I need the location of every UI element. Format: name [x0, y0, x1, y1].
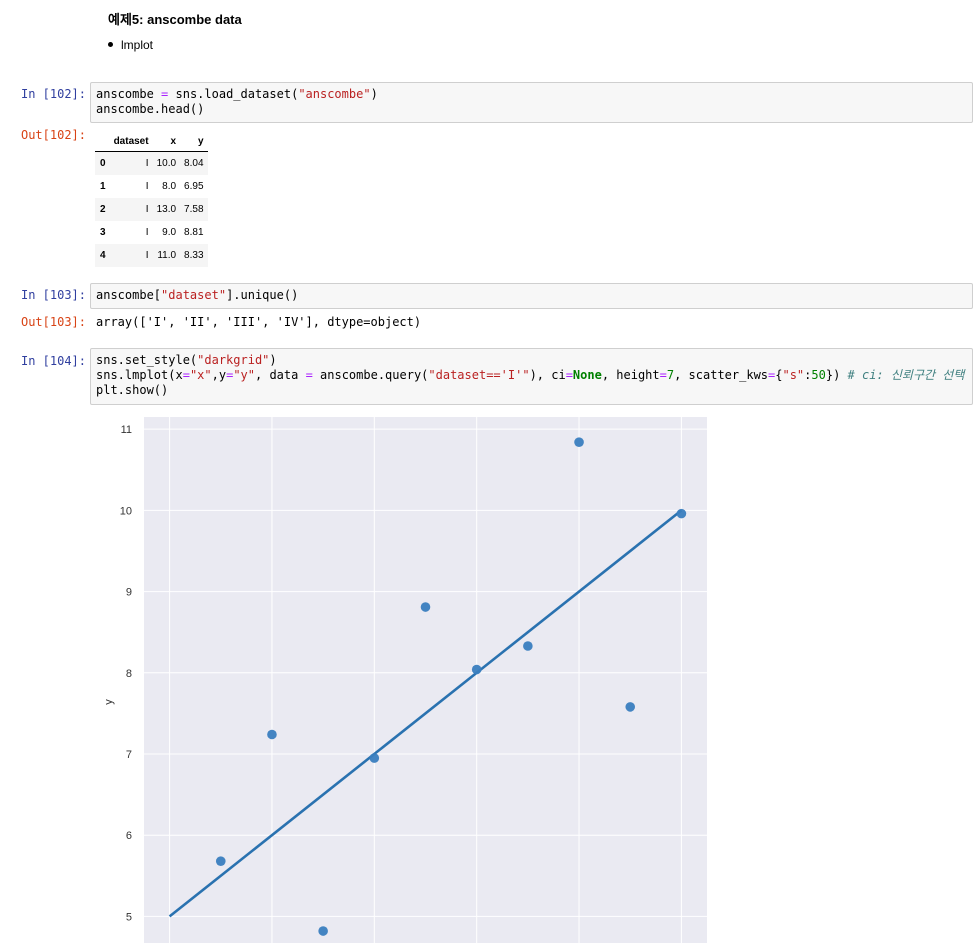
y-tick-label: 10 — [120, 505, 132, 517]
table-cell: 9.0 — [162, 227, 177, 238]
column-header: y — [180, 131, 208, 152]
table-cell: 7.58 — [184, 204, 204, 215]
lmplot-chart: 5 6 7 8 9 10 11 y — [103, 417, 707, 943]
table-cell: I — [145, 158, 149, 169]
y-axis-label: y — [103, 699, 115, 705]
table-cell: I — [145, 181, 149, 192]
list-item-text: lmplot — [121, 38, 154, 52]
column-header: x — [152, 131, 181, 152]
table-cell: I — [145, 227, 149, 238]
input-prompt-103: In [103]: — [20, 288, 86, 302]
scatter-point — [471, 664, 482, 675]
y-tick-label: 8 — [126, 668, 132, 680]
scatter-point — [267, 729, 277, 740]
code-cell-102[interactable]: anscombe = sns.load_dataset("anscombe") … — [90, 82, 973, 123]
y-tick-label: 11 — [121, 424, 132, 436]
code-cell-104[interactable]: sns.set_style("darkgrid") sns.lmplot(x="… — [90, 348, 973, 405]
scatter-point — [369, 753, 380, 763]
scatter-point — [574, 437, 584, 447]
index-header — [95, 131, 110, 152]
output-prompt-102: Out[102]: — [20, 128, 86, 142]
table-cell: I — [145, 250, 149, 261]
table-row: 1 I 8.0 6.95 — [95, 175, 208, 198]
table-cell: 10.0 — [156, 158, 177, 169]
y-tick-label: 6 — [126, 830, 132, 842]
table-cell: I — [145, 204, 149, 215]
y-tick-labels: 5 6 7 8 9 10 11 — [120, 424, 132, 923]
table-cell: 8.0 — [162, 181, 177, 192]
scatter-point — [215, 856, 226, 866]
y-tick-label: 5 — [126, 911, 132, 923]
markdown-list-item: lmplot — [108, 38, 153, 52]
table-cell: 6.95 — [184, 181, 204, 192]
table-row: 2 I 13.0 7.58 — [95, 198, 208, 221]
column-header: dataset — [109, 131, 153, 152]
output-text-103: array(['I', 'II', 'III', 'IV'], dtype=ob… — [96, 315, 422, 329]
table-cell: 13.0 — [156, 204, 177, 215]
row-index: 1 — [100, 181, 106, 192]
scatter-point — [676, 508, 687, 519]
row-index: 0 — [100, 158, 106, 169]
table-cell: 8.81 — [184, 227, 204, 238]
table-row: 0 I 10.0 8.04 — [95, 151, 208, 175]
y-tick-label: 7 — [126, 749, 132, 761]
y-tick-label: 9 — [126, 587, 132, 599]
code-cell-103[interactable]: anscombe["dataset"].unique() — [90, 283, 973, 309]
scatter-point — [625, 702, 636, 712]
table-cell: 8.33 — [184, 250, 204, 261]
output-prompt-103: Out[103]: — [20, 315, 86, 329]
table-row: 4 I 11.0 8.33 — [95, 244, 208, 267]
scatter-point — [523, 641, 533, 651]
axes-background — [144, 417, 707, 943]
dataframe-table: dataset x y 0 I 10.0 8.04 1 I 8.0 6.95 2 I 13.0 7… — [95, 131, 208, 267]
row-index: 3 — [100, 227, 106, 238]
scatter-point — [420, 602, 431, 612]
scatter-point — [318, 926, 328, 936]
bullet-icon — [108, 42, 113, 48]
input-prompt-102: In [102]: — [20, 87, 86, 101]
input-prompt-104: In [104]: — [20, 354, 86, 368]
table-row: 3 I 9.0 8.81 — [95, 221, 208, 244]
markdown-heading: 예제5: anscombe data — [108, 12, 242, 27]
row-index: 2 — [100, 204, 106, 215]
table-cell: 8.04 — [184, 158, 204, 169]
table-cell: 11.0 — [157, 250, 177, 261]
row-index: 4 — [100, 250, 106, 261]
